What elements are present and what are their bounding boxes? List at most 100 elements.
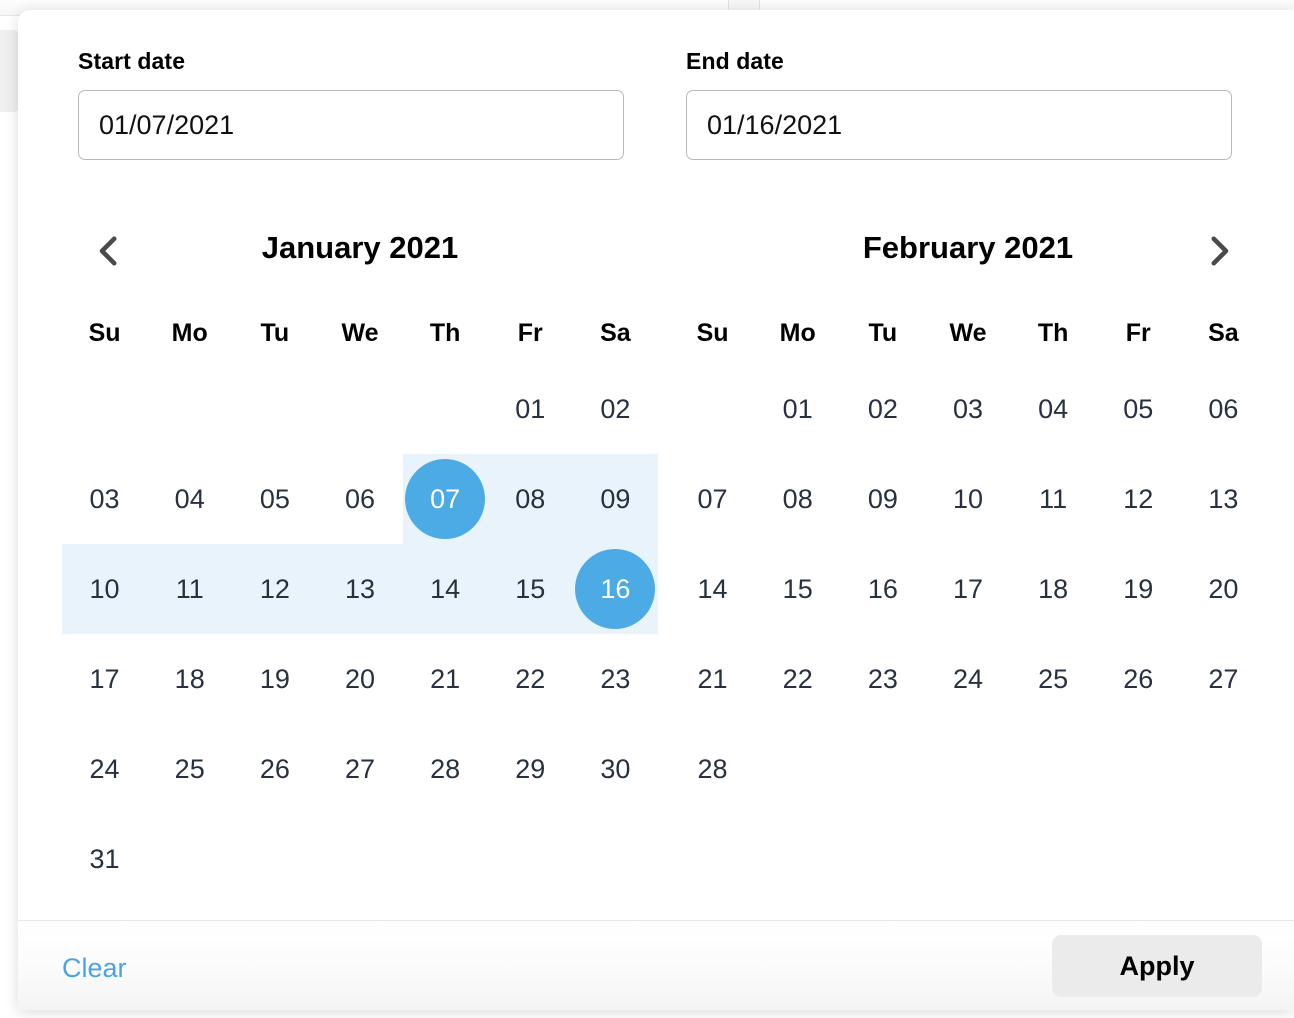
day-cell[interactable]: 18 <box>1011 544 1096 634</box>
day-cell[interactable]: 16 <box>840 544 925 634</box>
day-label <box>1098 729 1178 809</box>
day-label <box>758 729 838 809</box>
weekday-tu: Tu <box>260 319 290 347</box>
day-cell[interactable]: 14 <box>403 544 488 634</box>
day-label: 22 <box>515 663 546 694</box>
day-cell[interactable]: 04 <box>1011 364 1096 454</box>
day-cell[interactable]: 24 <box>925 634 1010 724</box>
day-cell[interactable]: 08 <box>488 454 573 544</box>
day-cell[interactable]: 26 <box>232 724 317 814</box>
day-cell[interactable]: 21 <box>670 634 755 724</box>
day-cell[interactable]: 04 <box>147 454 232 544</box>
day-cell[interactable]: 15 <box>488 544 573 634</box>
day-cell[interactable]: 20 <box>1181 544 1266 634</box>
day-cell-empty <box>232 364 317 454</box>
weekday-su: Su <box>696 319 729 347</box>
end-date-input[interactable] <box>686 90 1232 160</box>
week-row: 07 08 09 10 11 12 13 <box>670 454 1266 544</box>
start-date-input[interactable] <box>78 90 624 160</box>
day-label: 11 <box>175 573 204 604</box>
chevron-right-icon[interactable] <box>1198 230 1240 272</box>
day-cell[interactable]: 03 <box>62 454 147 544</box>
weekday-we: We <box>949 319 987 347</box>
day-cell[interactable]: 13 <box>317 544 402 634</box>
day-label: 17 <box>952 573 983 604</box>
day-label: 04 <box>174 483 205 514</box>
day-cell[interactable]: 10 <box>62 544 147 634</box>
day-label: 15 <box>782 573 813 604</box>
day-cell[interactable]: 09 <box>840 454 925 544</box>
day-cell[interactable]: 03 <box>925 364 1010 454</box>
day-cell[interactable]: 15 <box>755 544 840 634</box>
day-label: 10 <box>952 483 983 514</box>
day-cell[interactable]: 28 <box>403 724 488 814</box>
day-label: 12 <box>259 573 290 604</box>
day-cell[interactable]: 28 <box>670 724 755 814</box>
day-cell[interactable]: 12 <box>1096 454 1181 544</box>
day-cell[interactable]: 25 <box>147 724 232 814</box>
day-cell[interactable]: 27 <box>317 724 402 814</box>
day-label: 05 <box>1123 393 1154 424</box>
day-label: 25 <box>1038 663 1069 694</box>
weekday-th: Th <box>1037 319 1069 347</box>
day-label: 06 <box>1208 393 1239 424</box>
day-cell[interactable]: 24 <box>62 724 147 814</box>
day-cell[interactable]: 07 <box>670 454 755 544</box>
day-cell[interactable]: 18 <box>147 634 232 724</box>
day-label: 13 <box>1208 483 1239 514</box>
weekday-mo: Mo <box>779 319 816 347</box>
day-cell[interactable]: 08 <box>755 454 840 544</box>
day-cell[interactable]: 11 <box>147 544 232 634</box>
clear-button[interactable]: Clear <box>62 953 127 984</box>
day-label: 17 <box>89 663 120 694</box>
day-cell[interactable]: 22 <box>755 634 840 724</box>
day-grid-february: 01 02 03 04 05 06 07 08 09 10 11 12 13 14 15 16 17 18 19 20… <box>670 364 1266 814</box>
day-cell[interactable]: 01 <box>488 364 573 454</box>
day-cell[interactable]: 20 <box>317 634 402 724</box>
day-cell[interactable]: 09 <box>573 454 658 544</box>
day-cell[interactable]: 31 <box>62 814 147 904</box>
day-label <box>320 369 400 449</box>
day-cell[interactable]: 12 <box>232 544 317 634</box>
day-cell[interactable]: 14 <box>670 544 755 634</box>
day-label: 15 <box>515 573 546 604</box>
day-cell[interactable]: 02 <box>840 364 925 454</box>
day-cell-empty <box>573 814 658 904</box>
calendars-container: January 2021 Su Mo Tu We Th Fr Sa 01 02 03… <box>18 206 1294 920</box>
day-cell[interactable]: 26 <box>1096 634 1181 724</box>
day-cell-empty <box>488 814 573 904</box>
day-cell[interactable]: 16 <box>573 544 658 634</box>
day-cell[interactable]: 27 <box>1181 634 1266 724</box>
apply-button[interactable]: Apply <box>1052 935 1262 997</box>
day-label: 03 <box>89 483 120 514</box>
day-label: 14 <box>697 573 728 604</box>
day-label: 04 <box>1038 393 1069 424</box>
day-cell[interactable]: 17 <box>62 634 147 724</box>
day-cell[interactable]: 23 <box>573 634 658 724</box>
week-row: 28 <box>670 724 1266 814</box>
day-label: 24 <box>952 663 983 694</box>
day-cell[interactable]: 23 <box>840 634 925 724</box>
day-cell[interactable]: 02 <box>573 364 658 454</box>
day-label: 01 <box>782 393 813 424</box>
day-cell[interactable]: 25 <box>1011 634 1096 724</box>
day-label <box>65 369 145 449</box>
day-cell-empty <box>840 724 925 814</box>
day-cell[interactable]: 17 <box>925 544 1010 634</box>
day-cell[interactable]: 21 <box>403 634 488 724</box>
day-cell[interactable]: 05 <box>1096 364 1181 454</box>
day-cell[interactable]: 22 <box>488 634 573 724</box>
day-cell[interactable]: 06 <box>1181 364 1266 454</box>
day-cell[interactable]: 11 <box>1011 454 1096 544</box>
day-label: 27 <box>344 753 375 784</box>
day-cell[interactable]: 06 <box>317 454 402 544</box>
day-cell[interactable]: 05 <box>232 454 317 544</box>
day-cell[interactable]: 13 <box>1181 454 1266 544</box>
day-cell[interactable]: 10 <box>925 454 1010 544</box>
day-cell[interactable]: 29 <box>488 724 573 814</box>
day-cell[interactable]: 19 <box>1096 544 1181 634</box>
day-cell[interactable]: 01 <box>755 364 840 454</box>
day-cell[interactable]: 30 <box>573 724 658 814</box>
day-cell[interactable]: 19 <box>232 634 317 724</box>
day-cell[interactable]: 07 <box>403 454 488 544</box>
